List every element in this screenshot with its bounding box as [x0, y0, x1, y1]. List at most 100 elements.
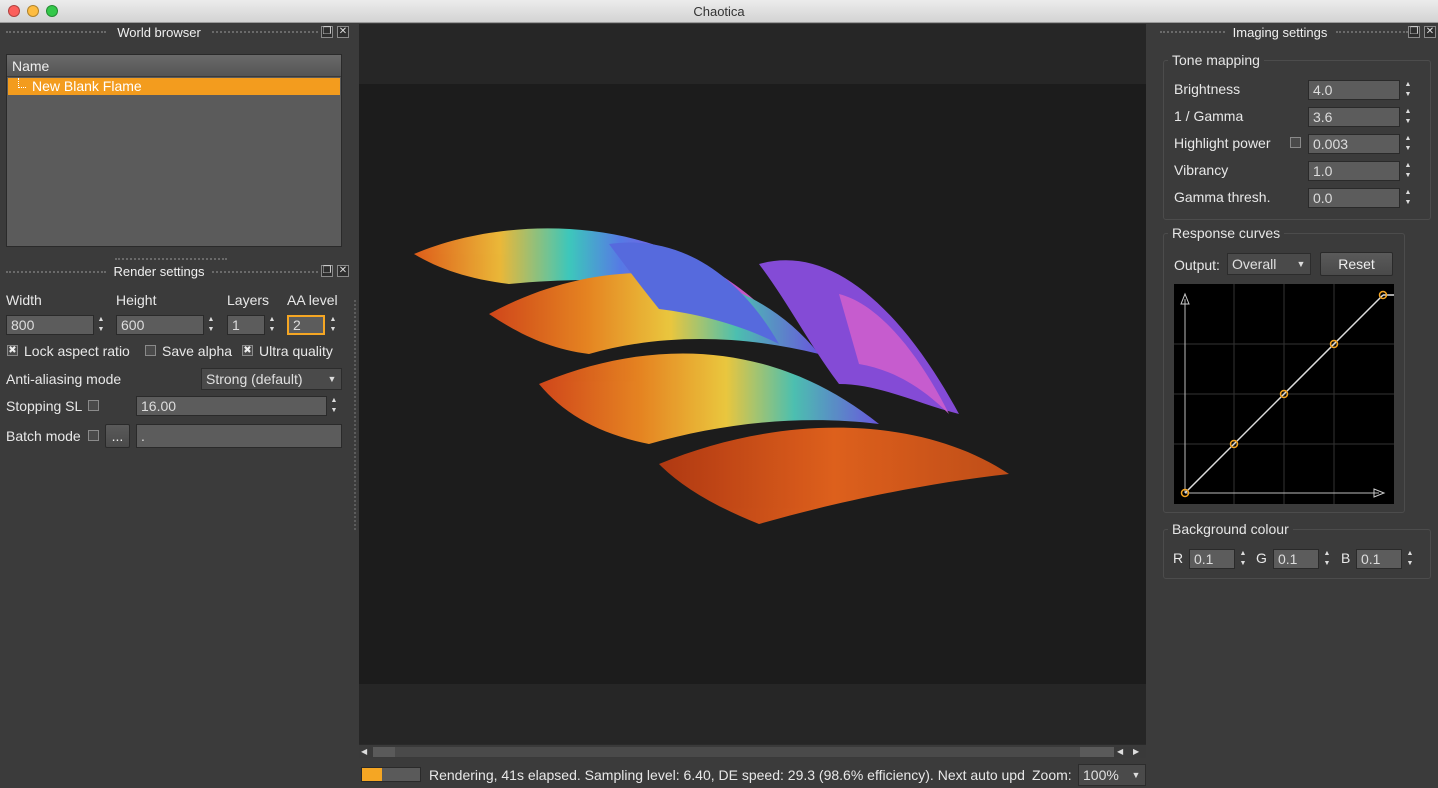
tree-item-label: New Blank Flame	[32, 78, 142, 94]
width-stepper[interactable]: ▲ ▼	[94, 315, 108, 335]
down-arrow-icon[interactable]: ▼	[1403, 559, 1417, 569]
up-arrow-icon[interactable]: ▲	[1401, 134, 1415, 144]
scroll-track[interactable]	[395, 747, 1080, 757]
height-input[interactable]: 600	[116, 315, 204, 335]
minimize-window-icon[interactable]	[27, 5, 39, 17]
ultra-quality-checkbox[interactable]: ✖	[242, 345, 253, 356]
up-arrow-icon[interactable]: ▲	[1401, 188, 1415, 198]
blue-stepper[interactable]: ▲ ▼	[1403, 549, 1417, 569]
output-label: Output:	[1174, 257, 1220, 273]
aa-mode-select[interactable]: Strong (default) ▼	[201, 368, 342, 390]
green-input[interactable]: 0.1	[1273, 549, 1319, 569]
down-arrow-icon[interactable]: ▼	[1320, 559, 1334, 569]
highlight-power-stepper[interactable]: ▲ ▼	[1401, 134, 1415, 154]
blue-input[interactable]: 0.1	[1356, 549, 1402, 569]
render-settings-title: Render settings	[113, 264, 205, 279]
batch-mode-checkbox[interactable]	[88, 430, 99, 441]
up-arrow-icon[interactable]: ▲	[1401, 161, 1415, 171]
aa-level-stepper[interactable]: ▲ ▼	[326, 315, 340, 335]
render-viewport[interactable]	[359, 24, 1146, 744]
stopping-sl-stepper[interactable]: ▲ ▼	[327, 396, 341, 416]
scroll-left-icon[interactable]: ◀	[361, 745, 367, 759]
left-splitter[interactable]	[354, 300, 356, 530]
vibrancy-input[interactable]: 1.0	[1308, 161, 1400, 181]
up-arrow-icon[interactable]: ▲	[327, 396, 341, 406]
close-panel-icon[interactable]: ✕	[337, 26, 349, 38]
green-stepper[interactable]: ▲ ▼	[1320, 549, 1334, 569]
dock-grip	[212, 271, 318, 275]
zoom-select[interactable]: 100% ▼	[1078, 764, 1146, 786]
highlight-power-checkbox[interactable]	[1290, 137, 1301, 148]
scroll-left-icon[interactable]: ◀	[1117, 745, 1123, 759]
tree-item-new-blank-flame[interactable]: New Blank Flame	[8, 78, 340, 95]
scroll-thumb-right[interactable]	[1080, 747, 1114, 757]
down-arrow-icon[interactable]: ▼	[1401, 117, 1415, 127]
reset-curves-button[interactable]: Reset	[1320, 252, 1393, 276]
down-arrow-icon[interactable]: ▼	[94, 325, 108, 335]
down-arrow-icon[interactable]: ▼	[1236, 559, 1250, 569]
scroll-right-icon[interactable]: ▶	[1133, 745, 1139, 759]
gamma-thresh-stepper[interactable]: ▲ ▼	[1401, 188, 1415, 208]
tree-header-name[interactable]: Name	[7, 55, 341, 77]
horizontal-scrollbar[interactable]: ◀ ◀ ▶	[359, 744, 1146, 758]
imaging-settings-panel: Imaging settings ❐ ✕ Tone mapping Bright…	[1150, 23, 1438, 788]
down-arrow-icon[interactable]: ▼	[265, 325, 279, 335]
down-arrow-icon[interactable]: ▼	[1401, 171, 1415, 181]
down-arrow-icon[interactable]: ▼	[204, 325, 218, 335]
output-select[interactable]: Overall ▼	[1227, 253, 1311, 275]
close-window-icon[interactable]	[8, 5, 20, 17]
stopping-sl-input[interactable]: 16.00	[136, 396, 327, 416]
layers-stepper[interactable]: ▲ ▼	[265, 315, 279, 335]
down-arrow-icon[interactable]: ▼	[1401, 90, 1415, 100]
ultra-quality-label: Ultra quality	[259, 343, 333, 359]
save-alpha-checkbox[interactable]	[145, 345, 156, 356]
close-panel-icon[interactable]: ✕	[1424, 26, 1436, 38]
up-arrow-icon[interactable]: ▲	[1401, 80, 1415, 90]
gamma-thresh-input[interactable]: 0.0	[1308, 188, 1400, 208]
float-panel-icon[interactable]: ❐	[1408, 26, 1420, 38]
down-arrow-icon[interactable]: ▼	[1401, 198, 1415, 208]
down-arrow-icon[interactable]: ▼	[326, 325, 340, 335]
aa-level-input[interactable]: 2	[287, 315, 325, 335]
width-input[interactable]: 800	[6, 315, 94, 335]
up-arrow-icon[interactable]: ▲	[94, 315, 108, 325]
batch-path-input[interactable]: .	[136, 424, 342, 448]
render-progress-bar	[361, 767, 421, 782]
highlight-power-input[interactable]: 0.003	[1308, 134, 1400, 154]
up-arrow-icon[interactable]: ▲	[1236, 549, 1250, 559]
up-arrow-icon[interactable]: ▲	[1403, 549, 1417, 559]
scroll-thumb[interactable]	[373, 747, 395, 757]
lock-aspect-checkbox[interactable]: ✖	[7, 345, 18, 356]
float-panel-icon[interactable]: ❐	[321, 26, 333, 38]
red-input[interactable]: 0.1	[1189, 549, 1235, 569]
gamma-input[interactable]: 3.6	[1308, 107, 1400, 127]
gamma-thresh-label: Gamma thresh.	[1174, 189, 1271, 205]
red-stepper[interactable]: ▲ ▼	[1236, 549, 1250, 569]
down-arrow-icon[interactable]: ▼	[1401, 144, 1415, 154]
up-arrow-icon[interactable]: ▲	[1401, 107, 1415, 117]
stopping-sl-checkbox[interactable]	[88, 400, 99, 411]
batch-browse-button[interactable]: ...	[105, 424, 130, 448]
curve-graph[interactable]	[1174, 284, 1394, 504]
zoom-label: Zoom:	[1032, 767, 1072, 783]
world-tree[interactable]: Name New Blank Flame	[6, 54, 342, 247]
up-arrow-icon[interactable]: ▲	[265, 315, 279, 325]
brightness-stepper[interactable]: ▲ ▼	[1401, 80, 1415, 100]
curve-editor[interactable]	[1174, 284, 1394, 504]
up-arrow-icon[interactable]: ▲	[326, 315, 340, 325]
blue-label: B	[1341, 550, 1351, 566]
close-panel-icon[interactable]: ✕	[337, 265, 349, 277]
up-arrow-icon[interactable]: ▲	[1320, 549, 1334, 559]
layers-input[interactable]: 1	[227, 315, 265, 335]
brightness-input[interactable]: 4.0	[1308, 80, 1400, 100]
float-panel-icon[interactable]: ❐	[321, 265, 333, 277]
up-arrow-icon[interactable]: ▲	[204, 315, 218, 325]
window-title: Chaotica	[693, 4, 745, 19]
imaging-settings-title: Imaging settings	[1232, 25, 1328, 40]
gamma-stepper[interactable]: ▲ ▼	[1401, 107, 1415, 127]
vibrancy-stepper[interactable]: ▲ ▼	[1401, 161, 1415, 181]
down-arrow-icon[interactable]: ▼	[327, 406, 341, 416]
zoom-window-icon[interactable]	[46, 5, 58, 17]
height-stepper[interactable]: ▲ ▼	[204, 315, 218, 335]
batch-mode-label: Batch mode	[6, 428, 81, 444]
